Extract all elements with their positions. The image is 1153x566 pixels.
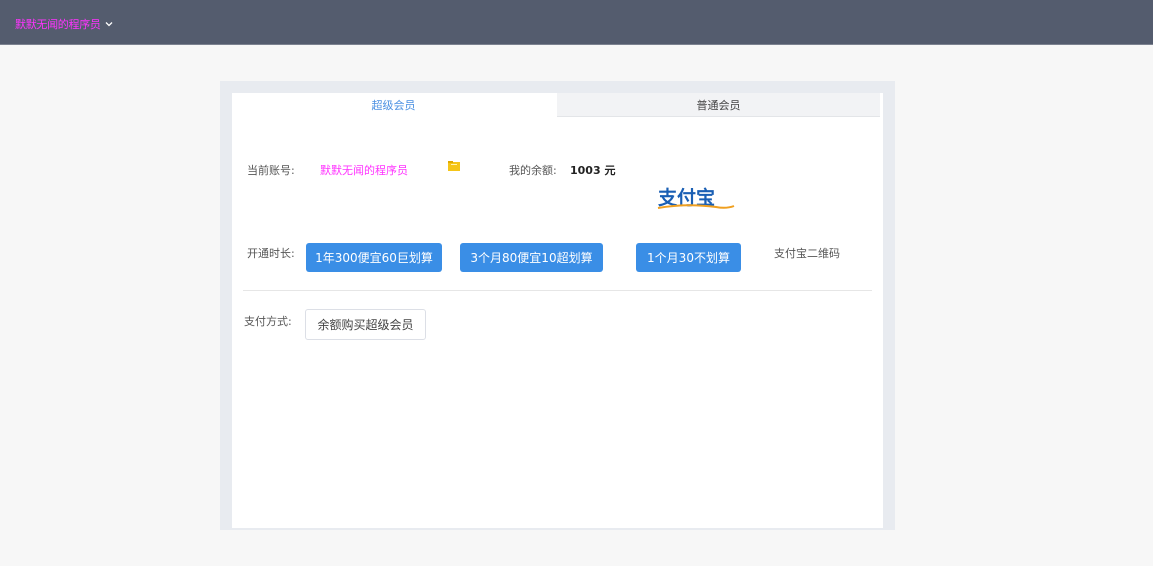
membership-tabs: 超级会员 普通会员 (232, 93, 883, 117)
chevron-down-icon (105, 22, 113, 27)
pay-with-balance-button[interactable]: 余额购买超级会员 (305, 309, 426, 340)
tab-super-member[interactable]: 超级会员 (232, 93, 555, 117)
plan-3-month-button[interactable]: 3个月80便宜10超划算 (460, 243, 603, 272)
account-name: 默默无闻的程序员 (320, 164, 408, 177)
header-username: 默默无闻的程序员 (15, 18, 101, 31)
alipay-qr-label: 支付宝二维码 (774, 247, 840, 260)
top-header-bar: 默默无闻的程序员 (0, 0, 1153, 45)
section-divider (243, 290, 872, 291)
alipay-logo: 支付宝 (657, 186, 735, 209)
plan-1-month-button[interactable]: 1个月30不划算 (636, 243, 741, 272)
user-menu-dropdown[interactable]: 默默无闻的程序员 (15, 16, 113, 32)
membership-panel-wrapper: 超级会员 普通会员 当前账号: 默默无闻的程序员 我的余额: 1003 元 支付… (220, 81, 895, 530)
balance-value: 1003 元 (570, 164, 616, 177)
payment-method-label: 支付方式: (244, 315, 292, 328)
plan-1-year-button[interactable]: 1年300便宜60巨划算 (306, 243, 442, 272)
folder-icon (448, 161, 460, 171)
duration-label: 开通时长: (247, 247, 295, 260)
balance-label: 我的余额: (509, 164, 557, 177)
membership-panel: 超级会员 普通会员 当前账号: 默默无闻的程序员 我的余额: 1003 元 支付… (232, 93, 883, 528)
tab-regular-member[interactable]: 普通会员 (557, 93, 880, 117)
account-label: 当前账号: (247, 164, 295, 177)
